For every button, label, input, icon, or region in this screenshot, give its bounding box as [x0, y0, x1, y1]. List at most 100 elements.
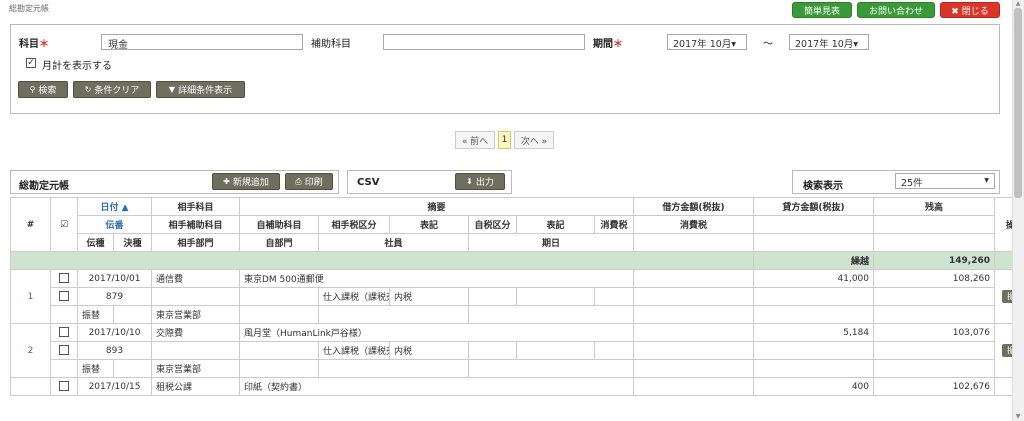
- csv-label: CSV: [357, 177, 380, 188]
- header-own-sub: 自補助科目: [239, 215, 319, 234]
- pager-current[interactable]: 1: [498, 131, 511, 149]
- period-separator: 〜: [763, 39, 773, 50]
- sub-account-input[interactable]: [383, 34, 585, 50]
- header-empty: [633, 233, 755, 252]
- clear-button[interactable]: ↻ 条件クリア: [73, 81, 151, 98]
- sub-account-label: 補助科目: [311, 39, 351, 50]
- print-icon: ⎙: [295, 176, 302, 186]
- period-to-select[interactable]: 2017年 10月▾: [789, 34, 869, 50]
- row-checkbox[interactable]: [59, 273, 69, 284]
- account-label: 科目＊: [19, 39, 49, 50]
- scroll-thumb[interactable]: [1014, 8, 1022, 198]
- filter-icon: ▼: [168, 85, 176, 94]
- scroll-down-icon[interactable]: ▼: [1014, 414, 1022, 420]
- header-notation-1: 表記: [389, 215, 469, 234]
- export-button[interactable]: ⬇ 出力: [455, 173, 505, 190]
- print-button[interactable]: ⎙ 印刷: [285, 173, 333, 190]
- header-debit-tax: 消費税: [593, 215, 635, 234]
- row-number[interactable]: 2: [10, 323, 51, 378]
- header-empty: [873, 233, 996, 252]
- row-description: 風月堂（HumanLink戸谷様）: [238, 323, 635, 342]
- row-checkbox[interactable]: [59, 291, 69, 302]
- header-notation-2: 表記: [516, 215, 595, 234]
- ledger-table: # ☑ 日付 ▲ 相手科目 摘要 借方金額(税抜) 貸方金額(税抜) 残高 操作…: [9, 197, 1024, 396]
- row-checkbox[interactable]: [59, 327, 69, 338]
- row-slip: 893: [77, 341, 152, 360]
- row-slip-type: 振替: [77, 305, 114, 324]
- header-credit: 貸方金額(税抜): [753, 197, 875, 216]
- pager-prev[interactable]: « 前へ: [455, 131, 495, 149]
- table-row-sub: 879 仕入課税（課税売）(8%) 内税: [11, 287, 1024, 306]
- header-counter-account: 相手科目: [151, 197, 240, 216]
- vertical-scrollbar[interactable]: ▲ ▼: [1012, 0, 1024, 421]
- row-date: 2017/10/01: [77, 269, 152, 288]
- header-no: #: [10, 197, 51, 252]
- row-credit: 400: [753, 377, 875, 396]
- header-description: 摘要: [238, 197, 635, 216]
- monthly-total-checkbox[interactable]: ✓: [26, 58, 36, 68]
- row-notation: 内税: [389, 341, 469, 360]
- row-debit: [633, 377, 755, 396]
- header-due-date: 期日: [467, 233, 635, 252]
- period-from-select[interactable]: 2017年 10月▾: [667, 34, 747, 50]
- plus-icon: ✚: [223, 177, 230, 186]
- detail-conditions-button[interactable]: ▼ 詳細条件表示: [156, 81, 245, 98]
- header-empty: [753, 233, 875, 252]
- carry-forward-label: 繰越: [753, 251, 875, 270]
- table-row: 2 2017/10/10 交際費 風月堂（HumanLink戸谷様） 5,184…: [10, 323, 1024, 378]
- header-empty: [753, 215, 875, 234]
- chevron-down-icon: ▾: [984, 175, 989, 186]
- close-button[interactable]: ✖ 閉じる: [940, 2, 1000, 18]
- row-number[interactable]: 1: [10, 269, 51, 324]
- header-row-1: # ☑ 日付 ▲ 相手科目 摘要 借方金額(税抜) 貸方金額(税抜) 残高 操作: [10, 197, 1024, 252]
- header-counter-tax: 相手税区分: [318, 215, 390, 234]
- period-label: 期間＊: [593, 39, 623, 50]
- header-credit-tax: 消費税: [633, 215, 755, 234]
- contact-button[interactable]: お問い合わせ: [857, 2, 935, 18]
- row-counter-dept: 東京営業部: [151, 305, 240, 324]
- header-own-dept: 自部門: [239, 233, 319, 252]
- row-balance: 102,676: [873, 377, 996, 396]
- row-date: 2017/10/15: [77, 377, 152, 396]
- per-page-select[interactable]: 25件 ▾: [895, 173, 995, 189]
- search-button[interactable]: ⚲ 検索: [18, 81, 68, 98]
- download-icon: ⬇: [466, 177, 473, 186]
- search-panel: 科目＊ 現金 補助科目 期間＊ 2017年 10月▾ 〜 2017年 10月▾ …: [10, 24, 1000, 114]
- header-employee: 社員: [318, 233, 469, 252]
- row-balance: 108,260: [873, 269, 996, 288]
- row-checkbox[interactable]: [59, 345, 69, 356]
- row-number[interactable]: [10, 377, 51, 396]
- header-slip[interactable]: 伝番: [77, 215, 152, 234]
- header-slip-type: 伝種: [77, 233, 114, 252]
- ledger-title: 総勘定元帳: [19, 181, 69, 192]
- search-icon: ⚲: [29, 85, 36, 94]
- check-all-icon[interactable]: ☑: [50, 197, 78, 252]
- account-input[interactable]: 現金: [101, 34, 303, 50]
- row-checkbox[interactable]: [59, 381, 69, 392]
- scroll-up-icon[interactable]: ▲: [1014, 1, 1022, 7]
- row-balance: 103,076: [873, 323, 996, 342]
- new-button[interactable]: ✚ 新規追加: [212, 173, 280, 190]
- table-row: 2017/10/15 租税公課 印紙（契約書） 400 102,676: [10, 377, 1024, 396]
- table-row: 1 2017/10/01 通信費 東京DM 500通郵便 41,000 108,…: [10, 269, 1024, 324]
- row-debit: [633, 269, 755, 288]
- header-row-2: 伝番 相手補助科目 自補助科目 相手税区分 表記 自税区分 表記 消費税 消費税: [11, 215, 1024, 234]
- header-counter-dept: 相手部門: [151, 233, 240, 252]
- display-label: 検索表示: [803, 181, 843, 192]
- refresh-icon: ↻: [84, 85, 92, 94]
- row-description: 印紙（契約書）: [238, 377, 635, 396]
- carry-forward-value: 149,260: [873, 251, 996, 270]
- header-debit: 借方金額(税抜): [633, 197, 755, 216]
- pager-next[interactable]: 次へ »: [514, 131, 554, 149]
- carry-forward-row: 繰越 149,260: [9, 251, 1024, 270]
- header-date[interactable]: 日付 ▲: [77, 197, 152, 216]
- row-slip-type: 振替: [77, 359, 114, 378]
- table-row-sub: 振替 東京営業部: [11, 305, 1024, 324]
- quick-view-button[interactable]: 簡単見表: [792, 2, 852, 18]
- row-description: 東京DM 500通郵便: [238, 269, 635, 288]
- header-balance: 残高: [873, 197, 996, 216]
- row-slip: 879: [77, 287, 152, 306]
- row-counter-account: 交際費: [151, 323, 240, 342]
- row-counter-tax: 仕入課税（課税売）(8%): [318, 341, 390, 360]
- chevron-down-icon: ▾: [731, 39, 737, 50]
